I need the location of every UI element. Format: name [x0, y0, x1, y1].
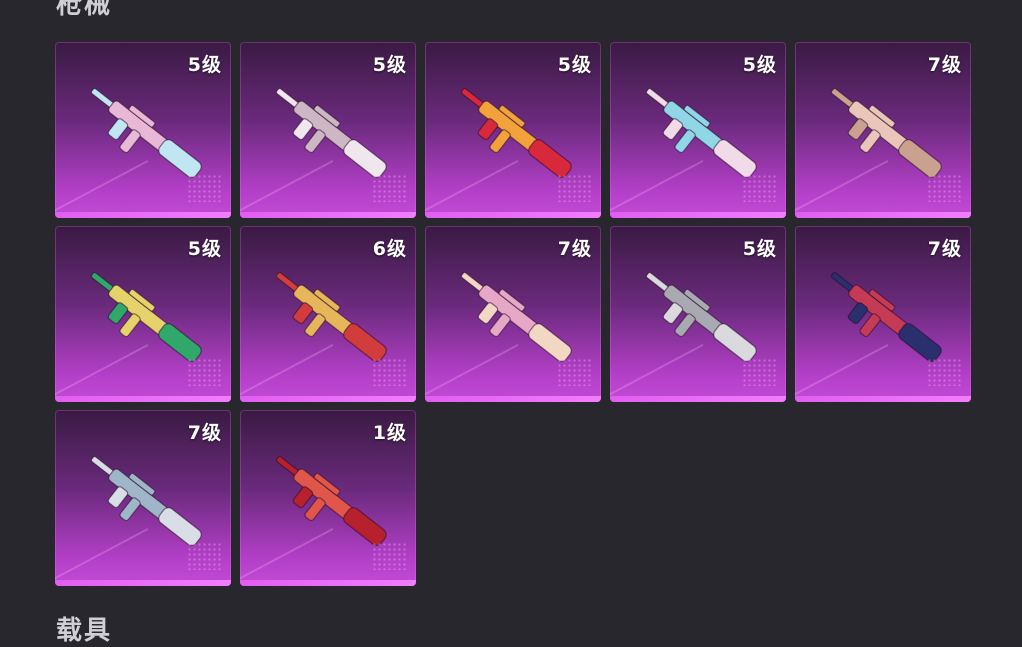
pattern-dots	[927, 174, 961, 202]
rarity-bar	[610, 396, 786, 402]
rarity-bar	[240, 580, 416, 586]
pattern-dots	[742, 358, 776, 386]
rarity-bar	[240, 396, 416, 402]
section-title-vehicles: 载具	[56, 616, 113, 646]
pattern-dots	[187, 542, 221, 570]
pattern-dots	[187, 358, 221, 386]
pattern-dots	[372, 174, 406, 202]
weapon-skin-card[interactable]: 5级	[55, 42, 231, 218]
weapon-skin-grid: 5级 5级 5级 5级 7级 5级 6级 7级 5级 7级 7级 1级	[55, 42, 971, 586]
weapon-skin-card[interactable]: 1级	[240, 410, 416, 586]
pattern-dots	[557, 358, 591, 386]
rarity-bar	[55, 212, 231, 218]
weapon-skin-card[interactable]: 5级	[240, 42, 416, 218]
rarity-bar	[55, 396, 231, 402]
weapon-skin-card[interactable]: 5级	[610, 42, 786, 218]
pattern-dots	[372, 358, 406, 386]
pattern-dots	[927, 358, 961, 386]
rarity-bar	[795, 212, 971, 218]
rarity-bar	[55, 580, 231, 586]
rarity-bar	[795, 396, 971, 402]
weapon-skin-card[interactable]: 7级	[425, 226, 601, 402]
weapon-skin-card[interactable]: 6级	[240, 226, 416, 402]
rarity-bar	[425, 396, 601, 402]
pattern-dots	[187, 174, 221, 202]
rarity-bar	[425, 212, 601, 218]
weapon-skin-card[interactable]: 7级	[795, 226, 971, 402]
pattern-dots	[557, 174, 591, 202]
weapon-skin-card[interactable]: 7级	[795, 42, 971, 218]
rarity-bar	[240, 212, 416, 218]
pattern-dots	[372, 542, 406, 570]
weapon-skin-card[interactable]: 5级	[610, 226, 786, 402]
section-title-weapons: 枪械	[56, 0, 113, 20]
weapon-skin-card[interactable]: 7级	[55, 410, 231, 586]
weapon-skin-card[interactable]: 5级	[55, 226, 231, 402]
pattern-dots	[742, 174, 776, 202]
weapon-skin-card[interactable]: 5级	[425, 42, 601, 218]
rarity-bar	[610, 212, 786, 218]
